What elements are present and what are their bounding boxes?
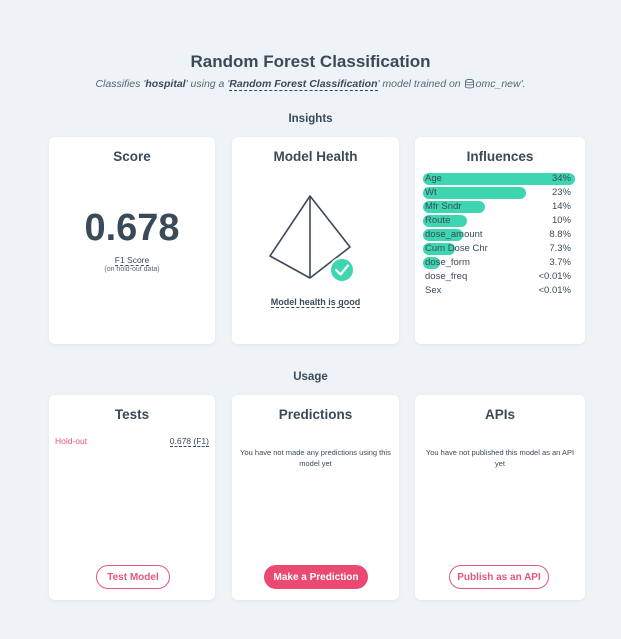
influences-card: Influences Age 34% Wt 23% Mfr Sndr 14% Route 10… — [415, 137, 585, 344]
influence-value: 3.7% — [549, 257, 571, 268]
influence-name: Age — [425, 173, 442, 184]
make-prediction-button[interactable]: Make a Prediction — [264, 565, 368, 589]
predictions-card: Predictions You have not made any predic… — [232, 395, 399, 600]
influence-value: 7.3% — [549, 243, 571, 254]
apis-card: APIs You have not published this model a… — [415, 395, 585, 600]
influence-name: Cum Dose Chr — [425, 243, 488, 254]
influence-name: Mfr Sndr — [425, 201, 462, 212]
influence-value: <0.01% — [538, 285, 572, 296]
page-title: Random Forest Classification — [190, 52, 431, 71]
influence-name: dose_form — [425, 257, 470, 268]
page-subtitle: Classifies 'hospital' using a 'Random Fo… — [0, 78, 621, 92]
model-health-graphic — [268, 193, 364, 288]
target-column: hospital — [145, 78, 186, 90]
influence-value: 23% — [551, 187, 571, 198]
tests-title: Tests — [114, 407, 150, 422]
influence-name: dose_amount — [425, 229, 483, 240]
predictions-empty-message: You have not made any predictions using … — [240, 448, 391, 468]
test-holdout-metric[interactable]: (F1) — [193, 436, 209, 447]
dataset-link[interactable]: omc_new — [476, 78, 521, 90]
test-holdout-name[interactable]: Hold-out — [55, 436, 87, 446]
subtitle-mid: ' using a ' — [185, 78, 230, 90]
influence-value: 34% — [551, 173, 571, 184]
score-metric-label[interactable]: F1 Score — [114, 255, 150, 266]
test-holdout-value: 0.678 — [169, 436, 192, 447]
influences-title: Influences — [466, 149, 534, 164]
usage-heading: Usage — [293, 371, 328, 383]
influence-value: 8.8% — [549, 229, 571, 240]
model-health-card: Model Health Model health is good — [232, 137, 399, 344]
model-health-status[interactable]: Model health is good — [232, 297, 399, 308]
model-health-status-label[interactable]: Model health is good — [270, 297, 361, 308]
influence-name: Sex — [425, 285, 442, 296]
apis-title: APIs — [484, 407, 515, 422]
apis-empty-message: You have not published this model as an … — [425, 448, 575, 468]
model-type-link[interactable]: Random Forest Classification — [229, 78, 378, 91]
subtitle-end: '. — [520, 78, 526, 90]
publish-api-button[interactable]: Publish as an API — [449, 565, 549, 589]
influence-name: dose_freq — [425, 271, 468, 282]
database-icon — [464, 78, 474, 92]
predictions-title: Predictions — [278, 407, 353, 422]
test-holdout-score: 0.678 (F1) — [169, 436, 209, 447]
influence-row[interactable]: dose_freq <0.01% — [423, 271, 571, 283]
influence-row[interactable]: Age 34% — [423, 173, 575, 185]
influence-row[interactable]: Cum Dose Chr 7.3% — [423, 243, 571, 255]
score-card: Score 0.678 F1 Score (on hold-out data) — [49, 137, 215, 344]
subtitle-prefix: Classifies ' — [95, 78, 146, 90]
model-health-title: Model Health — [273, 149, 358, 164]
influence-row[interactable]: Sex <0.01% — [423, 285, 571, 297]
score-metric[interactable]: F1 Score — [49, 255, 215, 266]
test-model-button[interactable]: Test Model — [96, 565, 170, 589]
score-value: 0.678 — [84, 207, 180, 249]
influence-value: 14% — [551, 201, 571, 212]
influence-bar — [423, 187, 527, 199]
influence-name: Wt — [425, 187, 437, 198]
score-title: Score — [113, 149, 151, 164]
influence-row[interactable]: dose_form 3.7% — [423, 257, 571, 269]
influence-name: Route — [425, 215, 451, 226]
influence-value: 10% — [551, 215, 571, 226]
influence-row[interactable]: Route 10% — [423, 215, 571, 227]
check-icon — [329, 257, 355, 283]
insights-heading: Insights — [288, 113, 333, 125]
tests-card: Tests Hold-out 0.678 (F1) Test Model — [49, 395, 215, 600]
influence-row[interactable]: Mfr Sndr 14% — [423, 201, 571, 213]
score-note: (on hold-out data) — [104, 266, 160, 273]
subtitle-mid2: ' model trained on — [377, 78, 461, 90]
influence-row[interactable]: dose_amount 8.8% — [423, 229, 571, 241]
influence-value: <0.01% — [538, 271, 572, 282]
influence-row[interactable]: Wt 23% — [423, 187, 571, 199]
